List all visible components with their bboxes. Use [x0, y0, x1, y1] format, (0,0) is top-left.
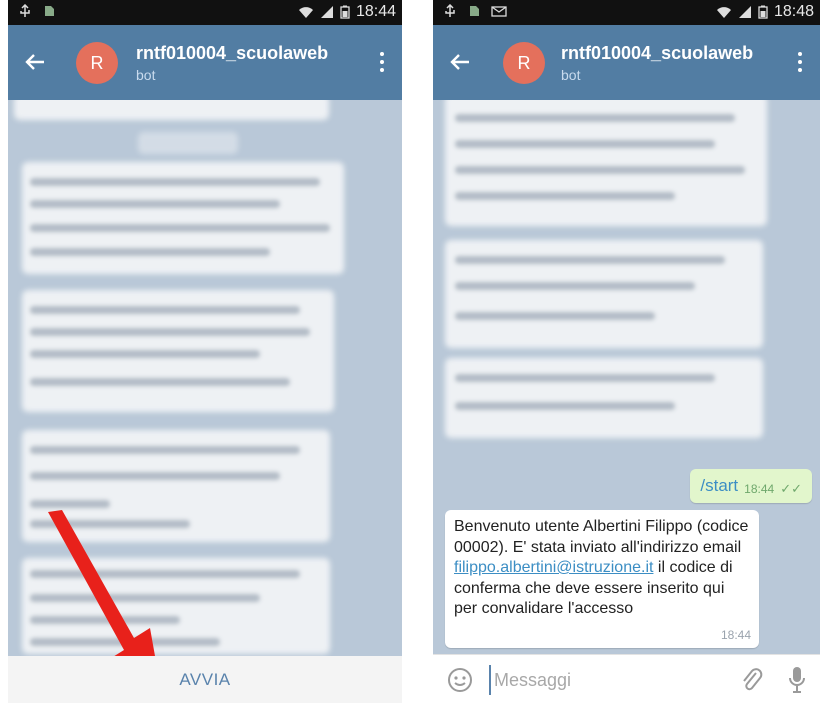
wifi-icon — [298, 7, 313, 18]
chat-header: R rntf010004_scuolaweb bot — [8, 25, 402, 100]
blurred-message — [445, 358, 763, 438]
message-input-bar: Messaggi — [433, 654, 820, 703]
battery-icon — [340, 5, 350, 19]
received-message-time: 18:44 — [720, 628, 751, 642]
mic-icon[interactable] — [788, 666, 806, 694]
avvia-button[interactable]: AVVIA — [179, 670, 230, 690]
more-options-button[interactable] — [376, 49, 388, 75]
sd-card-icon — [45, 6, 54, 16]
blurred-message — [14, 100, 329, 120]
back-arrow-icon — [25, 54, 44, 70]
left-phone-screen: 18:44 R rntf010004_scuolaweb bot AVVIA — [8, 0, 402, 703]
received-message[interactable]: Benvenuto utente Albertini Filippo (codi… — [445, 510, 759, 648]
received-message-text: Benvenuto utente Albertini Filippo (codi… — [454, 518, 749, 617]
status-time: 18:48 — [773, 3, 814, 20]
more-vert-icon — [380, 52, 384, 56]
wifi-icon — [716, 7, 731, 18]
status-bar: 18:44 — [8, 0, 402, 25]
message-icon — [491, 6, 507, 17]
emoji-icon[interactable] — [447, 667, 473, 693]
chat-subtitle: bot — [136, 67, 156, 83]
sent-message-text: /start — [700, 476, 739, 495]
email-link[interactable]: filippo.albertini@istruzione.it — [454, 559, 653, 576]
usb-icon — [20, 4, 30, 17]
message-input[interactable]: Messaggi — [489, 665, 719, 695]
avatar[interactable]: R — [503, 42, 545, 84]
chat-subtitle: bot — [561, 67, 581, 83]
back-arrow-icon — [450, 54, 469, 70]
chat-header: R rntf010004_scuolaweb bot — [433, 25, 820, 100]
signal-icon — [320, 6, 333, 18]
signal-icon — [738, 6, 751, 18]
start-bar: AVVIA — [8, 656, 402, 703]
back-button[interactable] — [22, 49, 48, 75]
chat-title[interactable]: rntf010004_scuolaweb — [136, 43, 328, 64]
status-bar: 18:48 — [433, 0, 820, 25]
back-button[interactable] — [447, 49, 473, 75]
right-phone-screen: 18:48 R rntf010004_scuolaweb bot /start … — [433, 0, 820, 703]
sent-message[interactable]: /start 18:44 ✓✓ — [690, 469, 812, 503]
sent-message-time: 18:44 — [744, 482, 775, 496]
sd-card-icon — [470, 6, 479, 16]
more-vert-icon — [798, 52, 802, 56]
blurred-message — [138, 132, 238, 154]
avatar[interactable]: R — [76, 42, 118, 84]
usb-icon — [445, 4, 455, 17]
chat-history: /start 18:44 ✓✓ Benvenuto utente Alberti… — [433, 100, 820, 654]
attach-icon[interactable] — [740, 667, 764, 693]
more-options-button[interactable] — [794, 49, 806, 75]
double-check-icon: ✓✓ — [780, 481, 802, 496]
battery-icon — [758, 5, 768, 19]
chat-title[interactable]: rntf010004_scuolaweb — [561, 43, 753, 64]
status-time: 18:44 — [355, 3, 396, 20]
